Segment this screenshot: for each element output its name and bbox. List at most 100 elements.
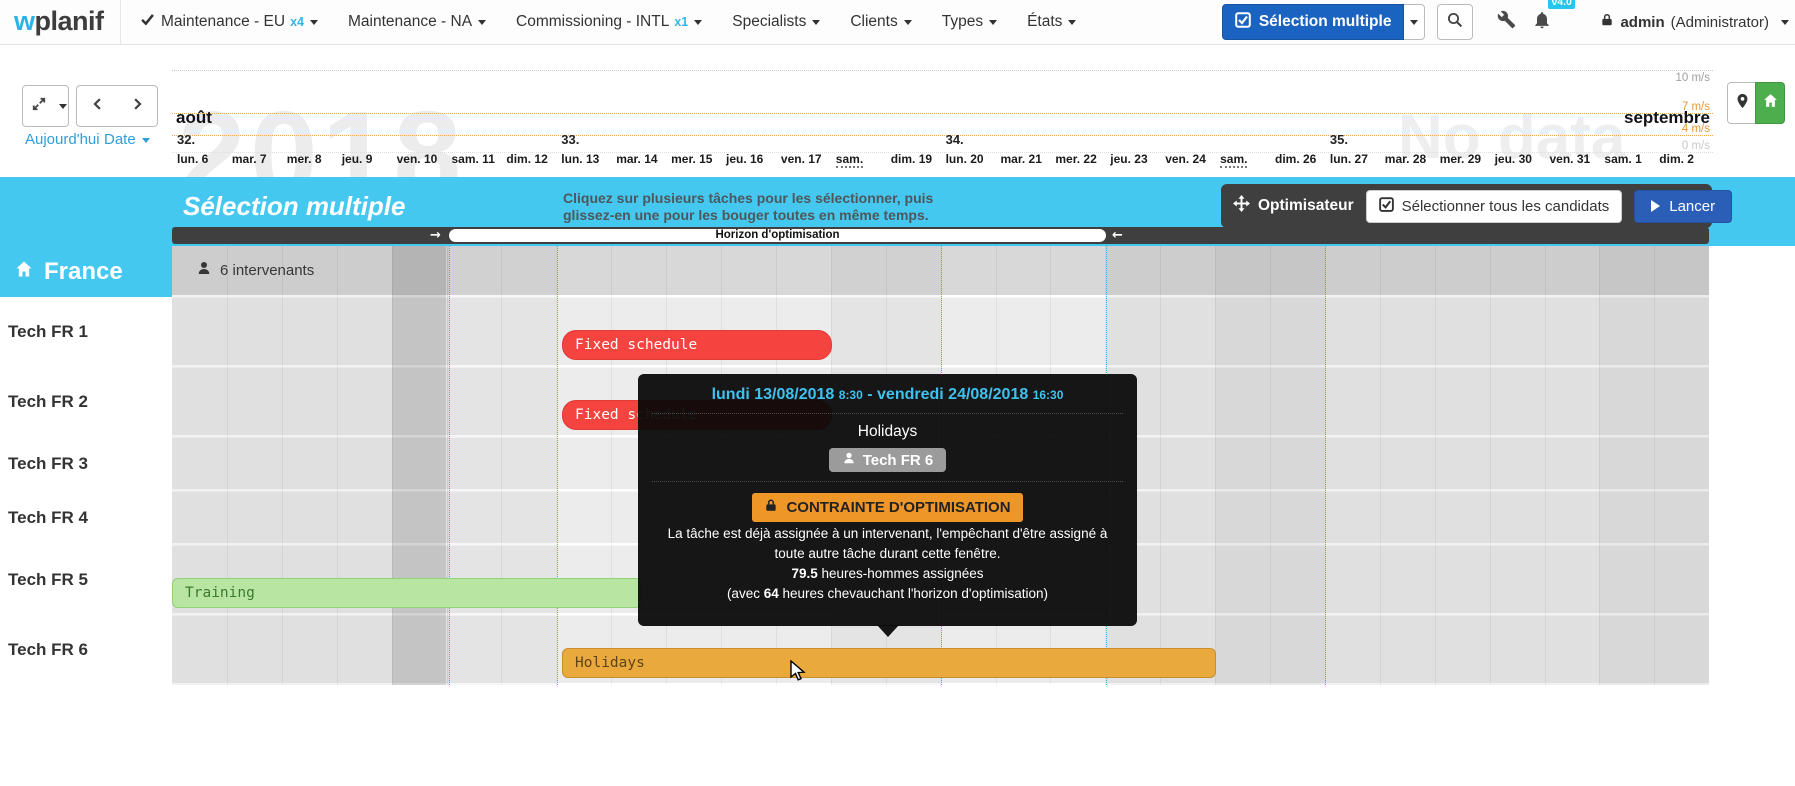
lock-icon (764, 498, 778, 517)
task-bar-holidays[interactable]: Holidays (562, 648, 1216, 678)
menu-item-maintenance-eu[interactable]: Maintenance - EUx4 (140, 12, 318, 32)
current-day-column (392, 246, 447, 685)
user-menu[interactable]: admin (Administrator) (1600, 12, 1789, 32)
group-header-france[interactable]: France (0, 246, 172, 297)
day-label: mer. 22 (1055, 152, 1096, 166)
notifications-button[interactable]: v4.0 (1532, 10, 1578, 35)
chevron-down-icon (812, 20, 820, 25)
day-label: mer. 29 (1440, 152, 1481, 166)
day-grid-line (282, 246, 283, 685)
tooltip-divider (652, 413, 1123, 414)
horizon-left-arrow[interactable]: → (430, 227, 441, 244)
wrench-icon (1497, 10, 1516, 34)
settings-button[interactable] (1497, 10, 1516, 34)
timeline-header: 2018 No data 10 m/s7 m/s4 m/s0 m/s août … (0, 44, 1795, 177)
horizon-range-pill[interactable]: Horizon d'optimisation (449, 229, 1106, 242)
day-label: dim. 2 (1659, 152, 1694, 166)
chevron-down-icon (989, 20, 997, 25)
banner-title: Sélection multiple (183, 191, 406, 222)
multi-select-button[interactable]: Sélection multiple (1222, 4, 1405, 40)
bell-icon (1532, 10, 1552, 35)
week-number: 32. (177, 132, 195, 147)
day-grid-line (392, 246, 393, 685)
chevron-down-icon (1781, 20, 1789, 25)
menu-item-specialists[interactable]: Specialists (732, 13, 820, 31)
menu-item-clients[interactable]: Clients (850, 13, 911, 31)
chevron-down-icon (1410, 20, 1418, 25)
select-all-candidates-button[interactable]: Sélectionner tous les candidats (1366, 190, 1623, 223)
day-label: mar. 7 (232, 152, 267, 166)
day-label: mer. 8 (287, 152, 322, 166)
optimization-horizon-bar: → Horizon d'optimisation ← (172, 227, 1709, 244)
resource-label: Tech FR 6 (0, 615, 172, 685)
task-bar-training[interactable]: Training (172, 578, 642, 608)
wind-level-line (172, 113, 1713, 114)
day-label: dim. 19 (891, 152, 932, 166)
day-grid-line (611, 246, 612, 685)
tooltip-date-range: lundi 13/08/2018 8:30 - vendredi 24/08/2… (638, 386, 1137, 404)
horizon-right-arrow[interactable]: ← (1112, 227, 1123, 244)
day-label: lun. 27 (1330, 152, 1368, 166)
menu-item--tats[interactable]: États (1027, 13, 1076, 31)
tooltip-body-line2: toute autre tâche durant cette fenêtre. (638, 545, 1137, 562)
day-grid-line (1545, 246, 1546, 685)
day-label: mar. 21 (1001, 152, 1042, 166)
menu-item-commissioning-intl[interactable]: Commissioning - INTLx1 (516, 13, 702, 31)
wind-level-line (172, 135, 1713, 136)
tooltip-task-name: Holidays (638, 423, 1137, 441)
home-icon (14, 258, 34, 286)
multi-select-label: Sélection multiple (1259, 13, 1392, 31)
topbar-divider (120, 0, 121, 44)
day-label: jeu. 23 (1110, 152, 1147, 166)
day-grid-line (1599, 246, 1600, 685)
weekend-shading (447, 246, 502, 685)
day-grid-line (227, 246, 228, 685)
optimizer-panel: Optimisateur Sélectionner tous les candi… (1221, 184, 1712, 228)
day-grid-line (1654, 246, 1655, 685)
day-label: mar. 14 (616, 152, 657, 166)
day-label: ven. 17 (781, 152, 822, 166)
day-grid-line (1270, 246, 1271, 685)
day-label: mar. 28 (1385, 152, 1426, 166)
day-label: ven. 31 (1550, 152, 1591, 166)
day-label: sam. 11 (452, 152, 495, 166)
play-icon (1651, 200, 1660, 212)
day-label: sam. 1 (1604, 152, 1641, 166)
menu-label: Maintenance - NA (348, 13, 472, 31)
week-number: 34. (946, 132, 964, 147)
person-icon (842, 451, 856, 469)
user-role: (Administrator) (1671, 14, 1769, 31)
resource-label: Tech FR 4 (0, 491, 172, 545)
logo-prefix: w (14, 6, 35, 36)
search-button[interactable] (1437, 4, 1473, 40)
tooltip-pointer (877, 625, 899, 637)
checkbox-check-icon (1235, 12, 1251, 33)
day-grid-line (501, 246, 502, 685)
wind-level-label: 0 m/s (1560, 140, 1710, 152)
menu-item-maintenance-na[interactable]: Maintenance - NA (348, 13, 486, 31)
task-bar-fixed-schedule[interactable]: Fixed schedule (562, 330, 832, 360)
menu-label: Commissioning - INTL (516, 13, 669, 31)
chevron-down-icon (1068, 20, 1076, 25)
month-label-august: août (176, 108, 212, 128)
chevron-down-icon (904, 20, 912, 25)
wind-level-line (172, 70, 1713, 71)
horizon-guide-line (1325, 246, 1326, 685)
day-label: jeu. 9 (342, 152, 373, 166)
launch-button[interactable]: Lancer (1634, 190, 1732, 223)
week-number: 35. (1330, 132, 1348, 147)
menu-label: États (1027, 13, 1062, 31)
multi-select-dropdown[interactable] (1404, 4, 1425, 40)
day-grid-line (1160, 246, 1161, 685)
topbar: wplanif Maintenance - EUx4Maintenance - … (0, 0, 1795, 45)
menu-label: Maintenance - EU (161, 13, 285, 31)
resource-label: Tech FR 3 (0, 437, 172, 491)
tooltip-body-line1: La tâche est déjà assignée à un interven… (638, 525, 1137, 542)
app-logo[interactable]: wplanif (14, 6, 104, 37)
check-icon (140, 12, 161, 32)
day-grid-line (1380, 246, 1381, 685)
menu-label: Clients (850, 13, 897, 31)
day-label: dim. 26 (1275, 152, 1316, 166)
chevron-down-icon (478, 20, 486, 25)
menu-item-types[interactable]: Types (942, 13, 997, 31)
